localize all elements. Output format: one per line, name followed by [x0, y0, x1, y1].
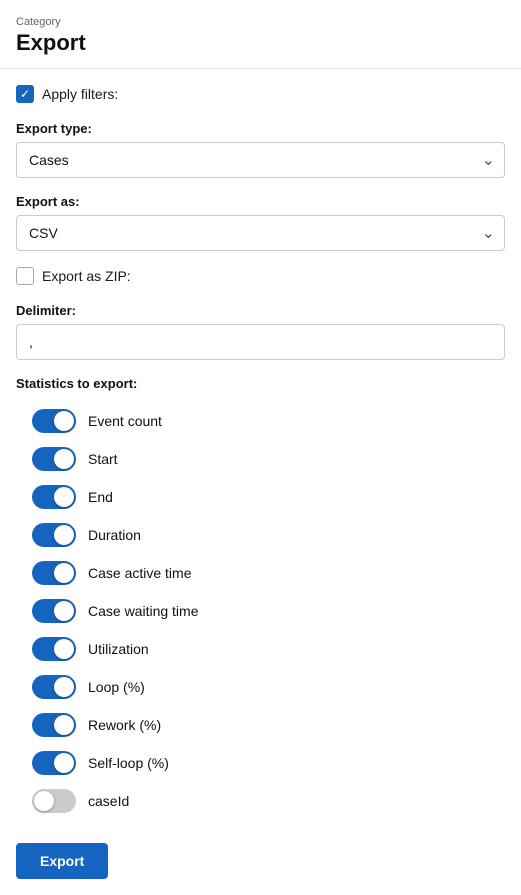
toggle-knob-case-active-time — [54, 563, 74, 583]
toggle-knob-self-loop — [54, 753, 74, 773]
stat-row: Self-loop (%) — [32, 745, 505, 781]
apply-filters-label: Apply filters: — [42, 86, 118, 102]
stat-label-rework: Rework (%) — [88, 717, 161, 733]
export-as-group: Export as: CSV XLSX JSON ⌄ — [16, 194, 505, 251]
stat-row: Duration — [32, 517, 505, 553]
export-type-group: Export type: Cases Events Activities ⌄ — [16, 121, 505, 178]
stat-row: Loop (%) — [32, 669, 505, 705]
toggle-knob-rework — [54, 715, 74, 735]
stat-row: Case active time — [32, 555, 505, 591]
stat-row: Case waiting time — [32, 593, 505, 629]
export-type-select[interactable]: Cases Events Activities — [16, 142, 505, 178]
stat-toggle-utilization[interactable] — [32, 637, 76, 661]
apply-filters-row: ✓ Apply filters: — [16, 85, 505, 103]
stat-label-self-loop: Self-loop (%) — [88, 755, 169, 771]
export-type-label: Export type: — [16, 121, 505, 136]
apply-filters-checkbox[interactable]: ✓ — [16, 85, 34, 103]
category-label: Category — [16, 16, 505, 28]
stat-toggle-rework[interactable] — [32, 713, 76, 737]
stat-row: End — [32, 479, 505, 515]
stat-toggle-caseid[interactable] — [32, 789, 76, 813]
stat-row: Event count — [32, 403, 505, 439]
toggle-knob-end — [54, 487, 74, 507]
export-as-label: Export as: — [16, 194, 505, 209]
stat-toggle-loop[interactable] — [32, 675, 76, 699]
export-button[interactable]: Export — [16, 843, 108, 879]
stat-label-duration: Duration — [88, 527, 141, 543]
stat-row: Start — [32, 441, 505, 477]
stat-toggle-duration[interactable] — [32, 523, 76, 547]
stat-label-case-waiting-time: Case waiting time — [88, 603, 199, 619]
stat-toggle-end[interactable] — [32, 485, 76, 509]
toggle-knob-loop — [54, 677, 74, 697]
toggle-knob-case-waiting-time — [54, 601, 74, 621]
export-type-select-wrapper: Cases Events Activities ⌄ — [16, 142, 505, 178]
export-zip-label: Export as ZIP: — [42, 268, 131, 284]
stat-label-utilization: Utilization — [88, 641, 149, 657]
stat-label-caseid: caseId — [88, 793, 129, 809]
toggle-knob-start — [54, 449, 74, 469]
stat-label-start: Start — [88, 451, 118, 467]
check-icon: ✓ — [20, 88, 30, 100]
delimiter-input[interactable] — [16, 324, 505, 360]
content: ✓ Apply filters: Export type: Cases Even… — [0, 69, 521, 895]
export-as-select[interactable]: CSV XLSX JSON — [16, 215, 505, 251]
stat-row: caseId — [32, 783, 505, 819]
stat-toggle-case-active-time[interactable] — [32, 561, 76, 585]
toggle-knob-duration — [54, 525, 74, 545]
stat-toggle-case-waiting-time[interactable] — [32, 599, 76, 623]
stat-toggle-start[interactable] — [32, 447, 76, 471]
stat-row: Rework (%) — [32, 707, 505, 743]
delimiter-label: Delimiter: — [16, 303, 505, 318]
statistics-list: Event count Start End Duration Case active t… — [16, 403, 505, 819]
page-title: Export — [16, 30, 505, 56]
stat-label-end: End — [88, 489, 113, 505]
stat-label-case-active-time: Case active time — [88, 565, 191, 581]
stat-toggle-event-count[interactable] — [32, 409, 76, 433]
stat-toggle-self-loop[interactable] — [32, 751, 76, 775]
header: Category Export — [0, 0, 521, 69]
toggle-knob-caseid — [34, 791, 54, 811]
export-as-select-wrapper: CSV XLSX JSON ⌄ — [16, 215, 505, 251]
toggle-knob-utilization — [54, 639, 74, 659]
stat-label-loop: Loop (%) — [88, 679, 145, 695]
export-zip-checkbox[interactable] — [16, 267, 34, 285]
statistics-section: Statistics to export: Event count Start En… — [16, 376, 505, 819]
delimiter-group: Delimiter: — [16, 303, 505, 360]
export-zip-row: Export as ZIP: — [16, 267, 505, 285]
toggle-knob-event-count — [54, 411, 74, 431]
stat-label-event-count: Event count — [88, 413, 162, 429]
stat-row: Utilization — [32, 631, 505, 667]
statistics-title: Statistics to export: — [16, 376, 505, 391]
